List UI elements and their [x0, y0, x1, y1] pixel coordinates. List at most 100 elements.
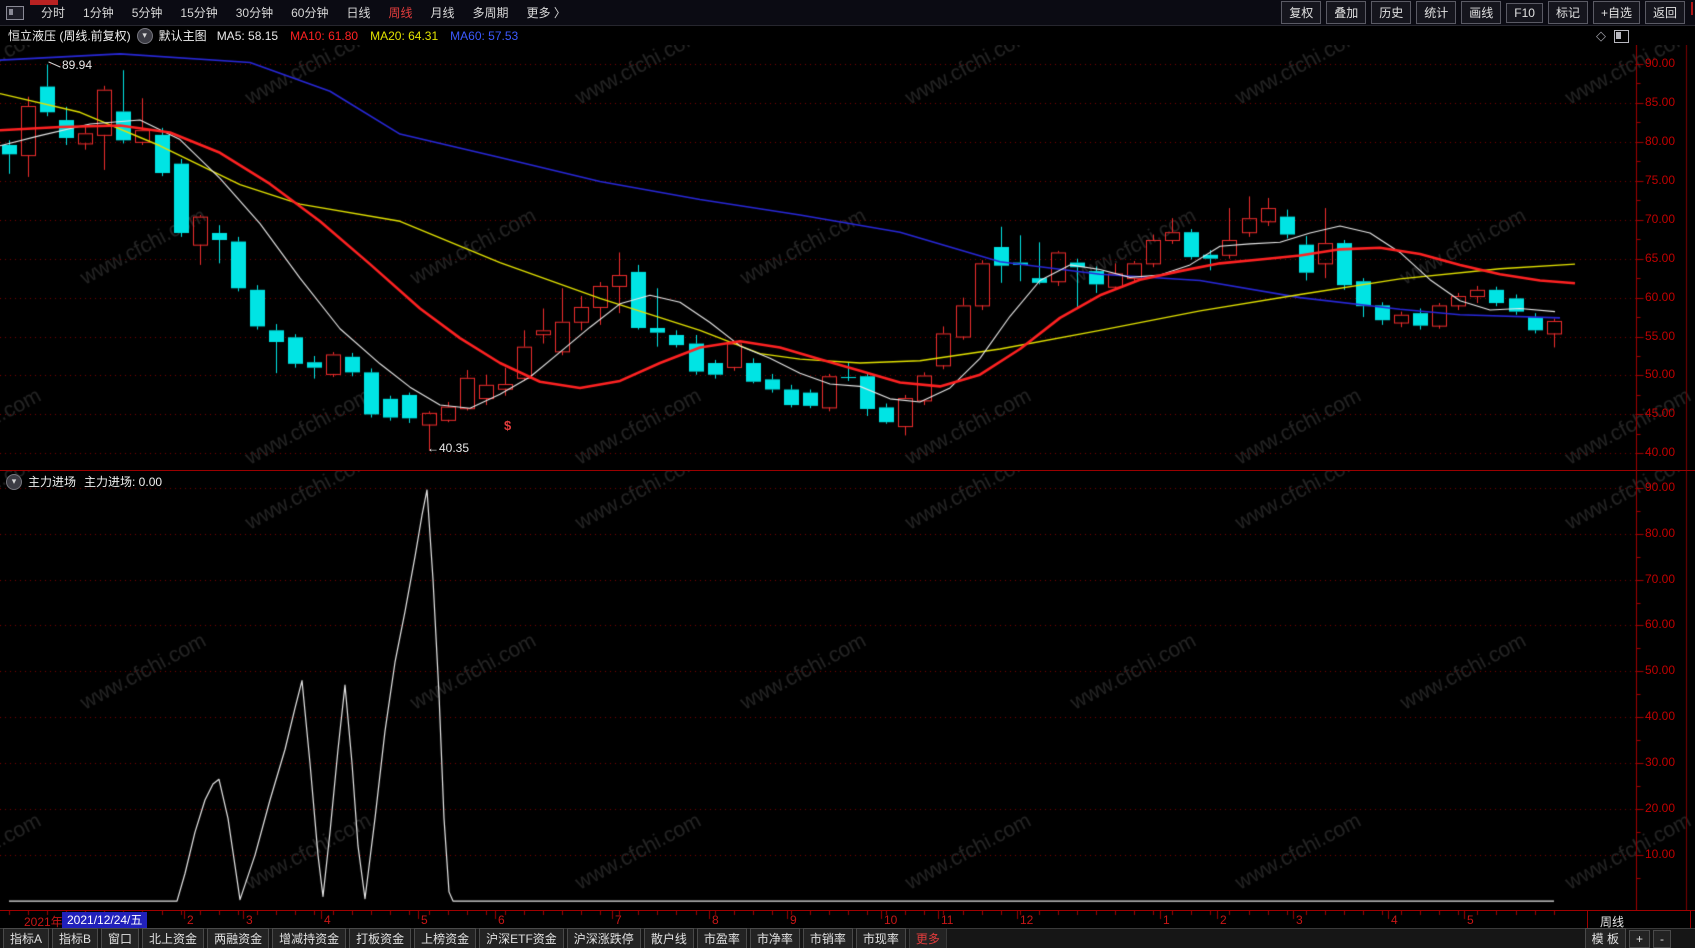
info-bar: 恒立液压 (周线.前复权) ▾ 默认主图 MA5: 58.15 MA10: 61.…: [0, 26, 1695, 45]
indicator-tick-label: 10.00: [1645, 847, 1676, 862]
month-tick-label: 3: [246, 913, 253, 927]
indicator-tick-label: 20.00: [1645, 801, 1676, 816]
toolbar-button[interactable]: F10: [1506, 2, 1543, 23]
price-tick-label: 50.00: [1645, 367, 1676, 382]
month-tick-label: 7: [615, 913, 622, 927]
panel-toggle-icon[interactable]: [6, 5, 24, 20]
indicator-button[interactable]: 增减持资金: [272, 928, 347, 948]
period-tab[interactable]: 5分钟: [123, 0, 172, 25]
panel-divider: [0, 470, 1695, 471]
price-tick-label: 45.00: [1645, 406, 1676, 421]
indicator-button[interactable]: 散户线: [643, 928, 694, 948]
month-tick-label: 10: [884, 913, 898, 927]
toolbar-button[interactable]: 复权: [1281, 1, 1322, 24]
trading-app-window: 分时 1分钟 5分钟 15分钟 30分钟 60分钟 日线 周线 月线 多周期 更多 〉 复权 叠加 历史…: [0, 0, 1695, 948]
ma-values: MA5: 58.15 MA10: 61.80 MA20: 64.31 MA60: 57…: [217, 29, 531, 43]
indicator-toolbar-right: 模 板 + -: [1582, 928, 1671, 948]
indicator-value: 主力进场: 0.00: [84, 475, 163, 489]
toolbar-button[interactable]: +自选: [1592, 1, 1640, 24]
main-candlestick-chart[interactable]: [0, 45, 1695, 470]
toolbar-button[interactable]: 统计: [1416, 1, 1457, 24]
period-toolbar: 分时 1分钟 5分钟 15分钟 30分钟 60分钟 日线 周线 月线 多周期 更多 〉 复权 叠加 历史…: [0, 0, 1695, 26]
indicator-tick-label: 70.00: [1645, 571, 1676, 586]
indicator-dropdown-icon[interactable]: ▾: [6, 473, 22, 490]
toolbar-button[interactable]: 历史: [1371, 1, 1412, 24]
price-tick-label: 90.00: [1645, 56, 1676, 70]
month-tick-label: 8: [712, 913, 719, 927]
month-tick-label: 5: [421, 913, 428, 927]
indicator-button[interactable]: 窗口: [101, 928, 140, 948]
indicator-button[interactable]: 上榜资金: [414, 928, 477, 948]
month-tick-label: 5: [1467, 913, 1474, 927]
month-tick-label: 2: [1220, 913, 1227, 927]
window-artifact: [30, 0, 58, 5]
month-tick-label: 1: [1163, 913, 1170, 927]
period-box-border: [1587, 911, 1588, 929]
period-tab[interactable]: 1分钟: [74, 0, 123, 25]
period-tab[interactable]: 更多 〉: [518, 0, 575, 25]
indicator-name: 主力进场: [28, 475, 77, 489]
period-tab[interactable]: 周线: [379, 0, 421, 25]
main-chart-label: 默认主图: [158, 29, 207, 43]
month-tick-label: 3: [1296, 913, 1303, 927]
indicator-button[interactable]: 两融资金: [207, 928, 270, 948]
indicator-button[interactable]: 市销率: [802, 928, 853, 948]
indicator-button[interactable]: 打板资金: [349, 928, 412, 948]
indicator-tick-label: 50.00: [1645, 663, 1676, 678]
toolbar-actions: 复权 叠加 历史 统计 画线 F10 标记 +自选 返回: [1276, 1, 1685, 24]
chevron-down-icon: ▾: [11, 476, 17, 486]
indicator-toolbar: 指标A 指标B 窗口 北上资金 两融资金 增减持资金 打板资金 上榜资金 沪深ETF资金 沪深涨跌…: [0, 928, 1695, 948]
month-tick-label: 4: [324, 913, 331, 927]
period-tab[interactable]: 60分钟: [282, 0, 337, 25]
indicator-button[interactable]: 市净率: [749, 928, 800, 948]
split-window-icon[interactable]: [1614, 29, 1629, 43]
low-price-annotation: ←40.35: [427, 441, 470, 455]
indicator-chart[interactable]: [0, 470, 1695, 910]
more-button[interactable]: 更多: [908, 928, 947, 948]
ma-value: MA5: 58.15: [216, 28, 279, 43]
indicator-header: ▾ 主力进场 主力进场: 0.00: [0, 473, 162, 490]
indicator-button[interactable]: 指标B: [52, 928, 99, 948]
period-tab[interactable]: 多周期: [464, 0, 518, 25]
high-price-annotation: 89.94: [62, 58, 93, 72]
period-tab[interactable]: 日线: [337, 0, 379, 25]
toolbar-right-button[interactable]: 模 板: [1584, 928, 1626, 948]
month-tick-label: 2: [187, 913, 194, 927]
indicator-button[interactable]: 市现率: [855, 928, 906, 948]
period-tab[interactable]: 月线: [422, 0, 464, 25]
price-tick-label: 65.00: [1645, 250, 1676, 265]
indicator-button[interactable]: 市盈率: [696, 928, 747, 948]
indicator-toolbar-items: 指标A 指标B 窗口 北上资金 两融资金 增减持资金 打板资金 上榜资金 沪深ETF资金 沪深涨跌…: [0, 928, 906, 948]
toolbar-button[interactable]: 返回: [1644, 1, 1685, 24]
month-tick-label: 6: [498, 913, 505, 927]
price-tick-label: 70.00: [1645, 211, 1676, 226]
price-tick-label: 40.00: [1645, 445, 1676, 460]
indicator-tick-label: 30.00: [1645, 755, 1676, 770]
price-tick-label: 60.00: [1645, 289, 1676, 304]
month-tick-label: 4: [1391, 913, 1398, 927]
ma-value: MA20: 64.31: [370, 28, 439, 43]
month-tick-label: 12: [1020, 913, 1034, 927]
symbol-title: 恒立液压 (周线.前复权): [8, 29, 131, 43]
price-tick-label: 75.00: [1645, 172, 1676, 187]
toolbar-right-button[interactable]: +: [1628, 929, 1650, 948]
diamond-icon[interactable]: ◇: [1596, 28, 1606, 44]
toolbar-button[interactable]: 叠加: [1326, 1, 1367, 24]
period-tab[interactable]: 15分钟: [171, 0, 226, 25]
toolbar-button[interactable]: 画线: [1461, 1, 1502, 24]
period-tab[interactable]: 30分钟: [227, 0, 282, 25]
toolbar-right-button[interactable]: -: [1653, 929, 1671, 948]
ma-value: MA10: 61.80: [290, 28, 359, 43]
indicator-button[interactable]: 沪深涨跌停: [566, 928, 641, 948]
selected-date-label: 2021/12/24/五: [62, 912, 148, 928]
indicator-button[interactable]: 北上资金: [142, 928, 205, 948]
indicator-button[interactable]: 沪深ETF资金: [479, 928, 564, 948]
event-marker: $: [504, 418, 512, 433]
price-tick-label: 80.00: [1645, 133, 1676, 148]
toolbar-button[interactable]: 标记: [1547, 1, 1588, 24]
indicator-button[interactable]: 指标A: [3, 928, 50, 948]
info-bar-right: ◇: [1596, 28, 1629, 44]
price-tick-label: 55.00: [1645, 328, 1676, 343]
indicator-tick-label: 60.00: [1645, 617, 1676, 632]
chart-dropdown-icon[interactable]: ▾: [136, 27, 153, 44]
